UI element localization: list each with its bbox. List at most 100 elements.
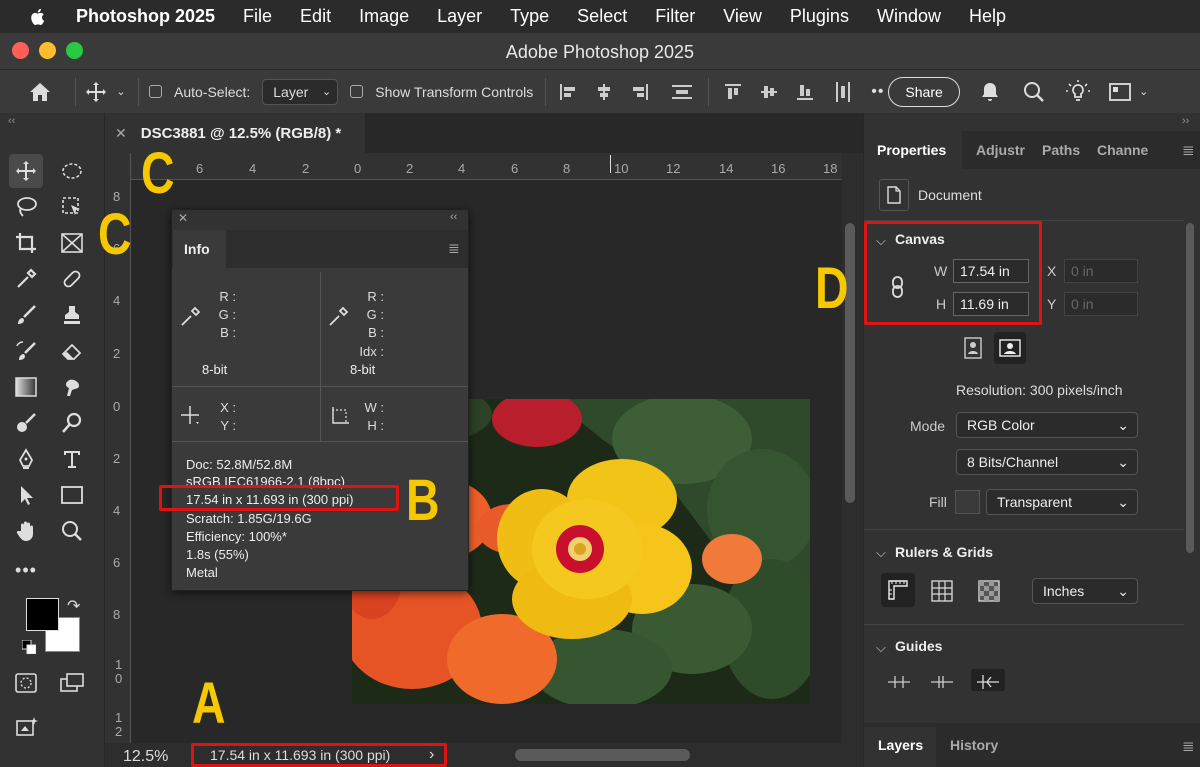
menu-layer[interactable]: Layer: [437, 6, 482, 27]
bell-icon[interactable]: [978, 81, 1002, 103]
auto-select-dropdown[interactable]: Layer ⌄: [262, 78, 339, 105]
minimize-window-button[interactable]: [39, 42, 56, 59]
zoom-level[interactable]: 12.5%: [123, 748, 168, 766]
menu-window[interactable]: Window: [877, 6, 941, 27]
path-selection-icon[interactable]: [9, 478, 43, 512]
panel-menu-icon[interactable]: ≣: [1182, 737, 1195, 755]
close-tab-icon[interactable]: ✕: [115, 125, 127, 142]
brush-tool-icon[interactable]: [9, 298, 43, 332]
tab-info[interactable]: Info: [173, 230, 226, 268]
guide-horizontal-icon[interactable]: [888, 674, 910, 695]
menu-image[interactable]: Image: [359, 6, 409, 27]
align-left-icon[interactable]: [556, 83, 580, 101]
collapse-icon[interactable]: ‹‹: [8, 115, 15, 127]
info-panel-header[interactable]: ✕ ‹‹: [172, 210, 468, 230]
eraser-tool-icon[interactable]: [55, 334, 89, 368]
chevron-down-icon[interactable]: ⌵: [876, 545, 886, 561]
tab-adjustments[interactable]: Adjustr: [976, 135, 1032, 175]
auto-select-checkbox[interactable]: [149, 85, 162, 98]
guides-section-title[interactable]: Guides: [895, 638, 942, 654]
default-colors-icon[interactable]: [21, 639, 37, 655]
screen-mode-icon[interactable]: [55, 666, 89, 700]
swap-colors-icon[interactable]: ↷: [67, 596, 80, 616]
menu-type[interactable]: Type: [510, 6, 549, 27]
move-tool-icon[interactable]: [82, 81, 110, 103]
workspace-icon[interactable]: [1108, 82, 1132, 101]
align-bottom-icon[interactable]: [793, 83, 817, 101]
menu-filter[interactable]: Filter: [655, 6, 695, 27]
hand-tool-icon[interactable]: [9, 514, 43, 548]
panel-menu-icon[interactable]: ≣: [448, 240, 460, 257]
apple-icon[interactable]: [28, 7, 48, 27]
portrait-orientation-icon[interactable]: [961, 335, 985, 361]
collapse-panel-icon[interactable]: ‹‹: [450, 211, 457, 223]
panel-menu-icon[interactable]: ≣: [1182, 141, 1195, 159]
chevron-down-icon[interactable]: ⌄: [114, 85, 128, 98]
more-tools-icon[interactable]: •••: [9, 553, 43, 587]
guide-layout-icon[interactable]: [971, 669, 1005, 691]
canvas-x-field[interactable]: 0 in: [1064, 259, 1138, 283]
type-tool-icon[interactable]: [55, 442, 89, 476]
bit-depth-dropdown[interactable]: 8 Bits/Channel ⌄: [956, 449, 1138, 475]
maximize-window-button[interactable]: [66, 42, 83, 59]
lasso-tool-icon[interactable]: [9, 190, 43, 224]
menu-help[interactable]: Help: [969, 6, 1006, 27]
menu-view[interactable]: View: [723, 6, 762, 27]
distribute-vertical-icon[interactable]: [831, 81, 855, 102]
chevron-down-icon[interactable]: ⌵: [876, 640, 886, 656]
grid-icon[interactable]: [931, 580, 953, 607]
chevron-down-icon[interactable]: ⌄: [1138, 85, 1150, 98]
vertical-scrollbar[interactable]: [842, 153, 863, 743]
share-button[interactable]: Share: [888, 76, 960, 107]
align-top-icon[interactable]: [721, 83, 745, 101]
menu-select[interactable]: Select: [577, 6, 627, 27]
foreground-color-swatch[interactable]: [26, 598, 59, 631]
move-tool-icon[interactable]: [9, 154, 43, 188]
generative-fill-icon[interactable]: [9, 710, 43, 744]
expand-icon[interactable]: ››: [1182, 115, 1189, 127]
menu-plugins[interactable]: Plugins: [790, 6, 849, 27]
align-middle-icon[interactable]: [757, 83, 781, 101]
frame-tool-icon[interactable]: [55, 226, 89, 260]
ruler-icon[interactable]: [881, 573, 915, 607]
menu-edit[interactable]: Edit: [300, 6, 331, 27]
home-icon[interactable]: [27, 81, 53, 103]
app-name[interactable]: Photoshop 2025: [76, 6, 215, 27]
pen-brush-icon[interactable]: [9, 406, 43, 440]
landscape-orientation-icon[interactable]: [994, 332, 1026, 364]
tab-channels[interactable]: Channe: [1097, 135, 1157, 175]
show-transform-checkbox[interactable]: [350, 85, 364, 98]
distribute-icon[interactable]: [670, 83, 694, 101]
crop-tool-icon[interactable]: [9, 226, 43, 260]
pen-tool-icon[interactable]: [9, 442, 43, 476]
rulers-grids-section-title[interactable]: Rulers & Grids: [895, 544, 993, 560]
tab-properties[interactable]: Properties: [877, 135, 946, 175]
close-window-button[interactable]: [12, 42, 29, 59]
smudge-tool-icon[interactable]: [55, 370, 89, 404]
tab-history[interactable]: History: [950, 737, 998, 753]
healing-brush-icon[interactable]: [55, 262, 89, 296]
more-options-icon[interactable]: ••: [871, 83, 884, 101]
mode-dropdown[interactable]: RGB Color ⌄: [956, 412, 1138, 438]
canvas-y-field[interactable]: 0 in: [1064, 292, 1138, 316]
zoom-tool-icon[interactable]: [55, 514, 89, 548]
lightbulb-icon[interactable]: [1065, 79, 1090, 104]
object-selection-icon[interactable]: [55, 190, 89, 224]
eyedropper-tool-icon[interactable]: [9, 262, 43, 296]
gradient-tool-icon[interactable]: [9, 370, 43, 404]
close-panel-icon[interactable]: ✕: [178, 211, 188, 225]
panel-scroll-thumb[interactable]: [1186, 223, 1194, 553]
align-center-icon[interactable]: [592, 83, 616, 101]
marquee-tool-icon[interactable]: [55, 154, 89, 188]
search-icon[interactable]: [1022, 81, 1046, 103]
tab-paths[interactable]: Paths: [1042, 135, 1080, 175]
fill-dropdown[interactable]: Transparent ⌄: [986, 489, 1138, 515]
pixel-grid-icon[interactable]: [978, 580, 1000, 607]
quick-mask-icon[interactable]: [9, 666, 43, 700]
fill-swatch[interactable]: [955, 490, 980, 514]
history-brush-icon[interactable]: [9, 334, 43, 368]
ruler-units-dropdown[interactable]: Inches ⌄: [1032, 578, 1138, 604]
stamp-tool-icon[interactable]: [55, 298, 89, 332]
menu-file[interactable]: File: [243, 6, 272, 27]
align-right-icon[interactable]: [628, 83, 652, 101]
